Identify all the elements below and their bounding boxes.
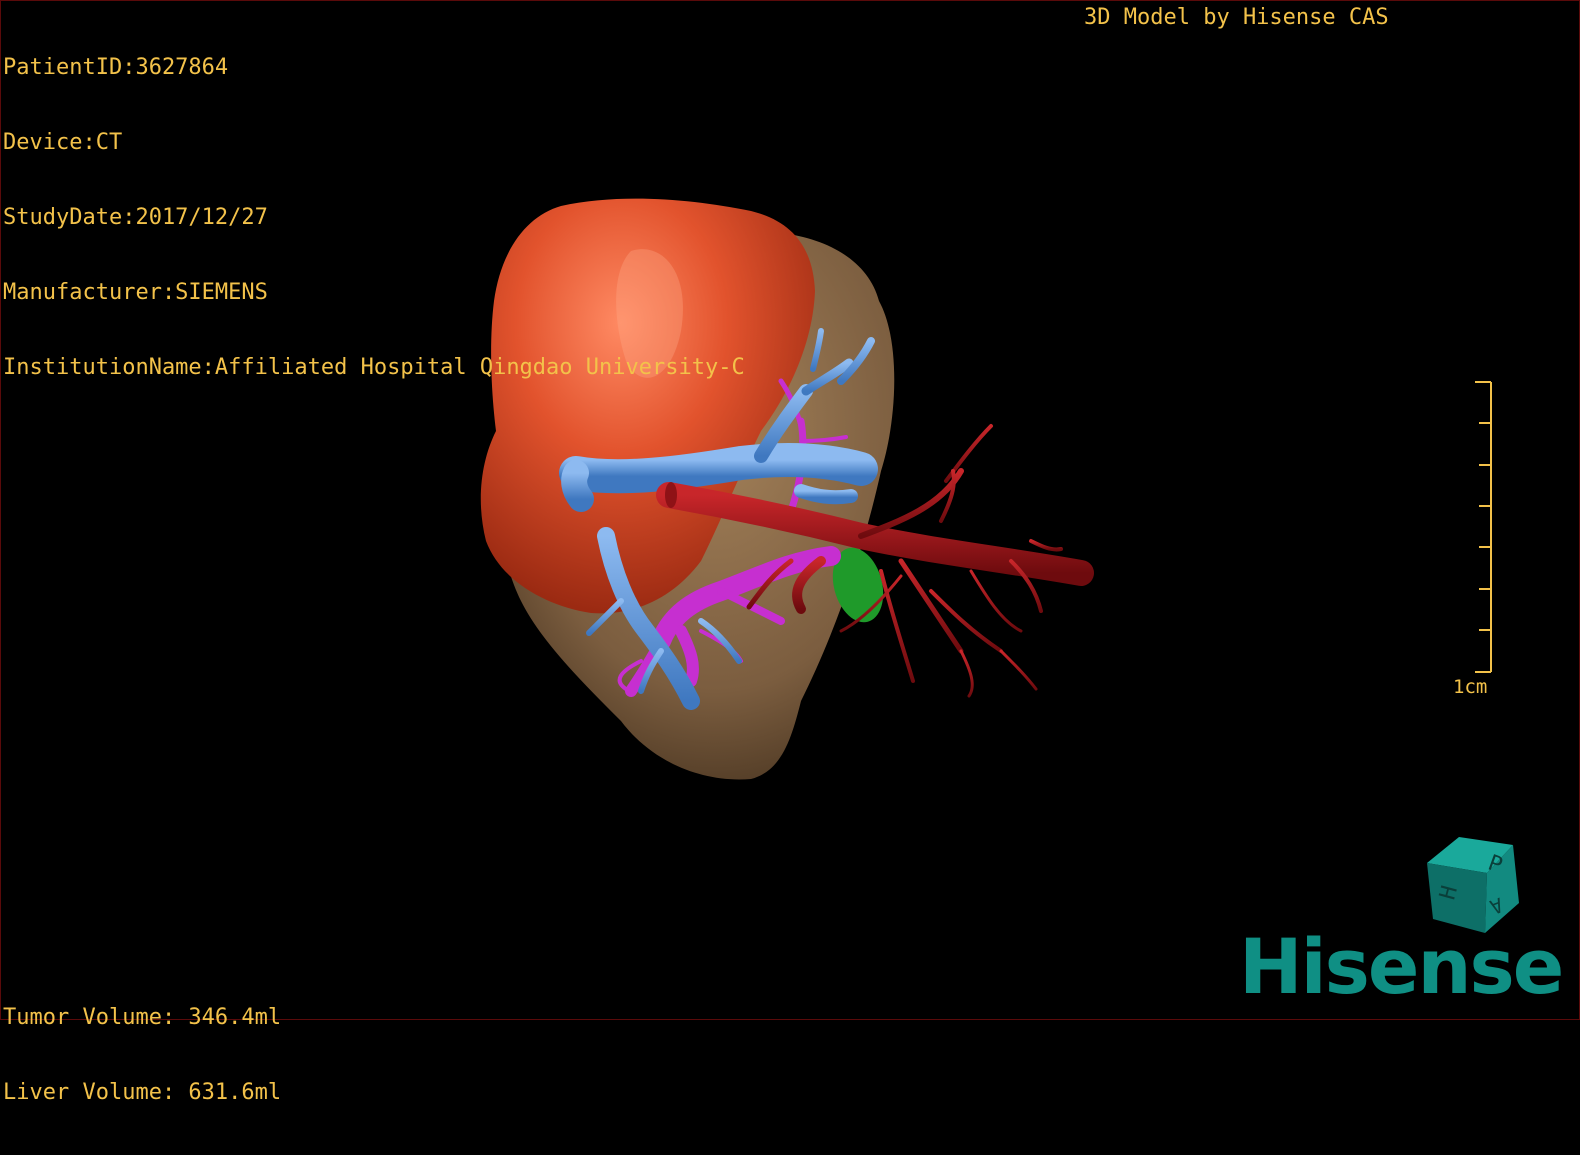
device: Device:CT: [3, 130, 123, 155]
model-credit: 3D Model by Hisense CAS: [1084, 5, 1389, 30]
study-date: StudyDate:2017/12/27: [3, 205, 268, 230]
patient-id: PatientID:3627864: [3, 55, 229, 80]
institution-name: InstitutionName:Affiliated Hospital Qing…: [3, 355, 745, 380]
tumor-volume: Tumor Volume: 346.4ml: [3, 1005, 282, 1030]
volume-overlay: Tumor Volume: 346.4ml Liver Volume: 631.…: [3, 955, 281, 1155]
hisense-logo: Hisense: [1239, 922, 1564, 1011]
scale-bar: [1475, 381, 1492, 673]
scale-label: 1cm: [1453, 676, 1488, 698]
3d-viewport[interactable]: PatientID:3627864 Device:CT StudyDate:20…: [0, 0, 1580, 1105]
liver-volume: Liver Volume: 631.6ml: [3, 1080, 282, 1105]
artery-stump: [665, 482, 677, 508]
dicom-info-overlay: PatientID:3627864 Device:CT StudyDate:20…: [3, 5, 745, 430]
manufacturer: Manufacturer:SIEMENS: [3, 280, 268, 305]
